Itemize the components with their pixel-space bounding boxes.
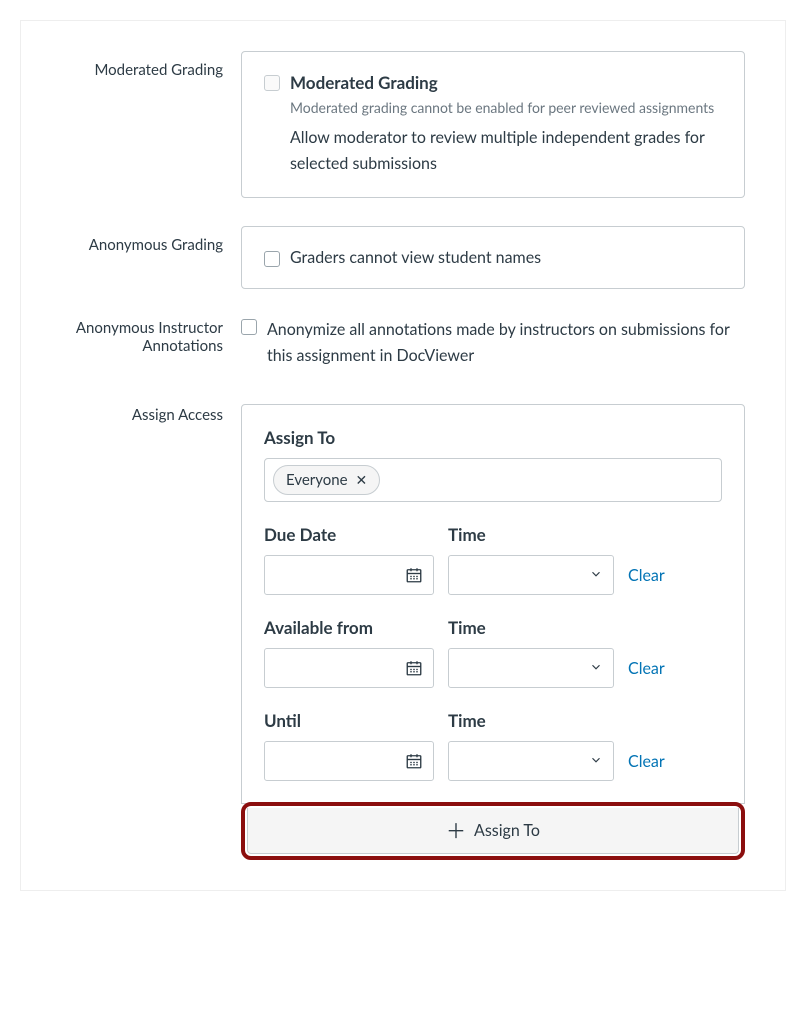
add-assign-to-highlight: ＋ Assign To	[241, 802, 745, 860]
due-time-label: Time	[448, 524, 614, 545]
calendar-icon	[405, 752, 423, 770]
add-assign-to-label: Assign To	[474, 821, 540, 840]
available-from-date-input[interactable]	[264, 648, 434, 688]
moderated-grading-panel: Moderated Grading Moderated grading cann…	[241, 51, 745, 198]
anon-instructor-row: Anonymous Instructor Annotations Anonymi…	[41, 317, 745, 368]
moderated-grading-label: Moderated Grading	[41, 51, 241, 79]
available-from-row: Available from Time	[264, 617, 722, 688]
assign-panel: Assign To Everyone ✕ Due Date	[241, 404, 745, 804]
anon-instructor-checkbox[interactable]	[241, 319, 257, 335]
available-from-time-label: Time	[448, 617, 614, 638]
anonymous-grading-row: Anonymous Grading Graders cannot view st…	[41, 226, 745, 290]
calendar-icon	[405, 659, 423, 677]
moderated-grading-checkbox-title: Moderated Grading	[290, 72, 722, 93]
moderated-grading-description: Allow moderator to review multiple indep…	[290, 125, 722, 176]
due-clear-link[interactable]: Clear	[628, 566, 665, 595]
anonymous-grading-panel: Graders cannot view student names	[241, 226, 745, 290]
available-from-label: Available from	[264, 617, 434, 638]
due-date-label: Due Date	[264, 524, 434, 545]
due-time-input[interactable]	[448, 555, 614, 595]
until-date-input[interactable]	[264, 741, 434, 781]
due-date-input[interactable]	[264, 555, 434, 595]
calendar-icon	[405, 566, 423, 584]
assign-access-row: Assign Access Assign To Everyone ✕ Due D…	[41, 404, 745, 860]
moderated-grading-disabled-note: Moderated grading cannot be enabled for …	[290, 97, 722, 119]
due-date-row: Due Date Time	[264, 524, 722, 595]
chevron-down-icon	[589, 566, 603, 585]
token-remove-icon[interactable]: ✕	[356, 471, 368, 489]
until-label: Until	[264, 710, 434, 731]
anon-instructor-label: Anonymous Instructor Annotations	[41, 317, 241, 355]
until-time-input[interactable]	[448, 741, 614, 781]
anon-instructor-checkbox-label: Anonymize all annotations made by instru…	[267, 317, 745, 368]
anonymous-grading-checkbox[interactable]	[264, 251, 280, 267]
anonymous-grading-label: Anonymous Grading	[41, 226, 241, 254]
plus-icon: ＋	[446, 821, 466, 841]
moderated-grading-checkbox	[264, 75, 280, 91]
available-from-time-input[interactable]	[448, 648, 614, 688]
moderated-grading-row: Moderated Grading Moderated Grading Mode…	[41, 51, 745, 198]
until-clear-link[interactable]: Clear	[628, 752, 665, 781]
chevron-down-icon	[589, 752, 603, 771]
assign-to-token: Everyone ✕	[273, 465, 380, 495]
chevron-down-icon	[589, 659, 603, 678]
add-assign-to-button[interactable]: ＋ Assign To	[247, 808, 739, 854]
token-text: Everyone	[286, 471, 348, 489]
assign-to-field[interactable]: Everyone ✕	[264, 458, 722, 502]
until-row: Until Time	[264, 710, 722, 781]
assign-to-label: Assign To	[264, 427, 722, 448]
available-from-clear-link[interactable]: Clear	[628, 659, 665, 688]
until-time-label: Time	[448, 710, 614, 731]
assign-access-label: Assign Access	[41, 404, 241, 424]
anonymous-grading-checkbox-label: Graders cannot view student names	[290, 245, 541, 271]
